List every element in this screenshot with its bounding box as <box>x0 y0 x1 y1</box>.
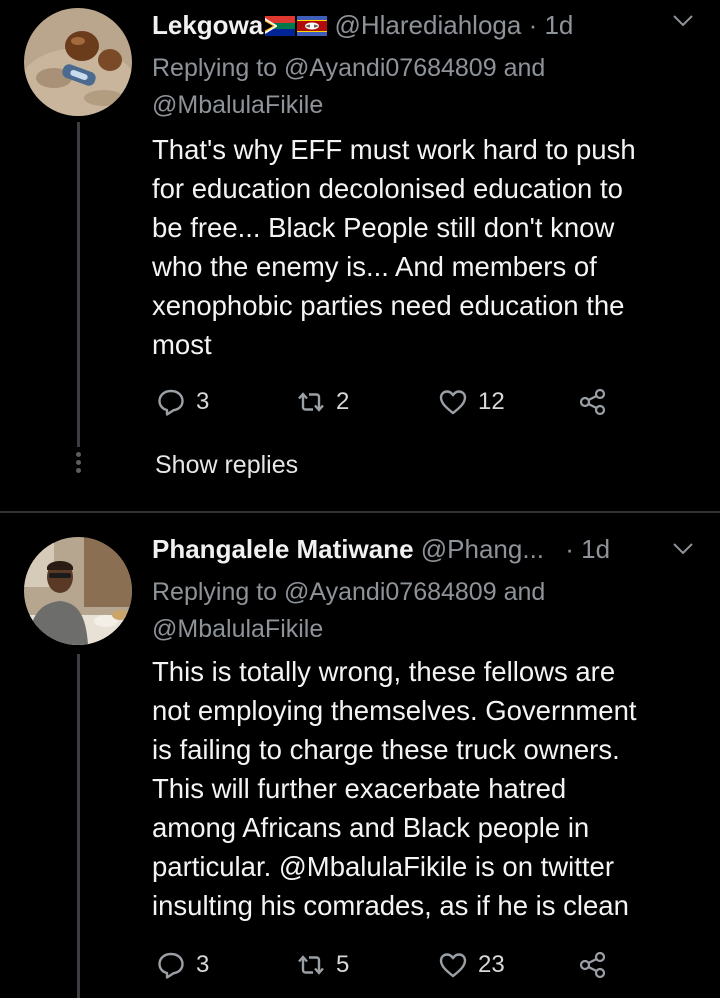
tweet-header: Lekgowa @Hlarediahloga · 1d <box>152 5 573 45</box>
replying-to: Replying to @Ayandi07684809 and @Mbalula… <box>152 574 545 648</box>
avatar-photo <box>24 8 132 116</box>
replying-to-line-2[interactable]: @MbalulaFikile <box>152 87 545 124</box>
like-count: 12 <box>478 388 505 415</box>
thread-line <box>77 654 80 998</box>
tweet-timestamp[interactable]: · 1d <box>529 10 574 40</box>
heart-icon <box>439 390 467 415</box>
tweet-text-part: This is totally wrong, these fellows are… <box>152 656 637 882</box>
retweet-button[interactable]: 5 <box>296 945 349 985</box>
retweet-count: 5 <box>336 951 350 978</box>
like-button[interactable]: 23 <box>438 945 505 985</box>
tweet-header: Phangalele Matiwane @Phang... · 1d <box>152 529 610 569</box>
heart-icon <box>439 953 467 978</box>
replying-to-line-1[interactable]: Replying to @Ayandi07684809 and <box>152 50 545 87</box>
user-handle[interactable]: @Hlarediahloga <box>334 10 521 40</box>
chevron-down-icon[interactable] <box>672 14 694 28</box>
share-button[interactable] <box>578 382 608 422</box>
replying-to-line-2[interactable]: @MbalulaFikile <box>152 611 545 648</box>
south-africa-flag-icon <box>265 16 296 36</box>
tweet-actions: 3 2 12 <box>152 382 622 422</box>
like-button[interactable]: 12 <box>438 382 505 422</box>
reply-button[interactable]: 3 <box>156 945 209 985</box>
retweet-icon <box>298 392 324 412</box>
like-count: 23 <box>478 951 505 978</box>
tweet-text: This is totally wrong, these fellows are… <box>152 652 697 925</box>
replying-to: Replying to @Ayandi07684809 and @Mbalula… <box>152 50 545 124</box>
reply-icon <box>158 952 184 979</box>
reply-icon <box>158 389 184 416</box>
display-name[interactable]: Lekgowa <box>152 10 263 40</box>
share-button[interactable] <box>578 945 608 985</box>
reply-count: 3 <box>196 951 210 978</box>
replying-to-line-1[interactable]: Replying to @Ayandi07684809 and <box>152 574 545 611</box>
retweet-button[interactable]: 2 <box>296 382 349 422</box>
tweet[interactable]: Lekgowa @Hlarediahloga · 1d Replying to … <box>0 0 720 512</box>
divider <box>0 511 720 513</box>
tweet-timestamp[interactable]: · 1d <box>565 534 610 564</box>
reply-count: 3 <box>196 388 210 415</box>
tweet[interactable]: Phangalele Matiwane @Phang... · 1d Reply… <box>0 514 720 998</box>
share-icon <box>579 951 606 979</box>
thread-dots <box>74 452 83 476</box>
chevron-down-icon[interactable] <box>672 542 694 556</box>
thread-line <box>77 122 80 447</box>
reply-button[interactable]: 3 <box>156 382 209 422</box>
avatar[interactable] <box>24 8 132 116</box>
avatar[interactable] <box>24 537 132 645</box>
avatar-photo <box>24 537 132 645</box>
retweet-icon <box>298 955 324 975</box>
display-name[interactable]: Phangalele Matiwane <box>152 534 414 564</box>
show-replies-link[interactable]: Show replies <box>155 447 298 483</box>
share-icon <box>579 388 606 416</box>
eswatini-flag-icon <box>297 16 328 36</box>
tweet-text: That's why EFF must work hard to push fo… <box>152 134 636 360</box>
tweet-actions: 3 5 23 <box>152 945 622 985</box>
mention-link[interactable]: @MbalulaFikile <box>279 851 467 882</box>
user-handle[interactable]: @Phang... <box>421 534 544 564</box>
retweet-count: 2 <box>336 388 350 415</box>
